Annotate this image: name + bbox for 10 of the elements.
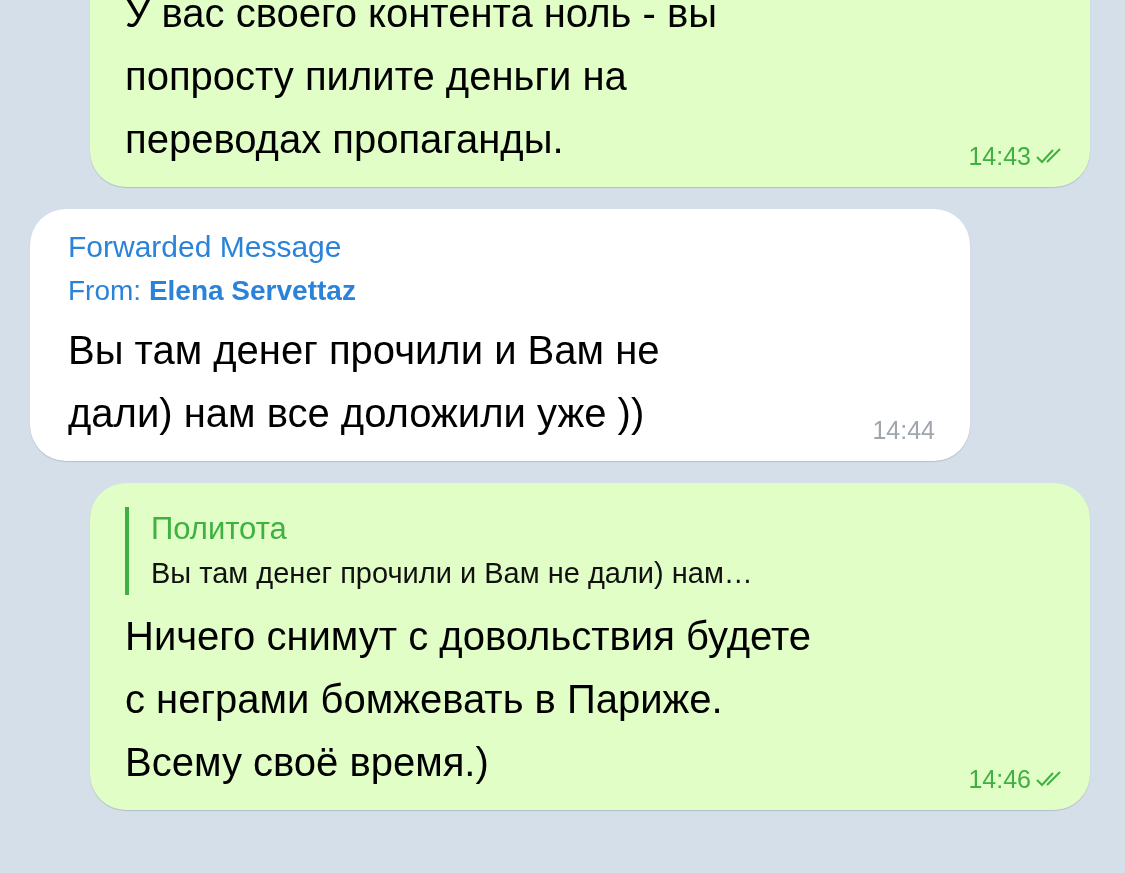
message-time: 14:43 <box>968 140 1031 172</box>
forwarded-from: From: Elena Servettaz <box>68 274 357 308</box>
reply-author: Политота <box>151 510 288 548</box>
reply-quote[interactable]: Политота Вы там денег прочили и Вам не дали) нам… <box>125 507 1065 595</box>
message-time: 14:46 <box>968 763 1031 795</box>
message-time: 14:44 <box>872 414 935 446</box>
reply-text: Вы там денег прочили и Вам не дали) нам… <box>151 556 754 591</box>
message-text: Ничего снимут с довольствия будете с неграми бомжевать в Париже. Всему своё время.) <box>125 613 811 786</box>
forwarded-label: Forwarded Message <box>68 229 343 265</box>
message-text: Вы там денег прочили и Вам не дали) нам все доложили уже )) <box>68 327 660 437</box>
